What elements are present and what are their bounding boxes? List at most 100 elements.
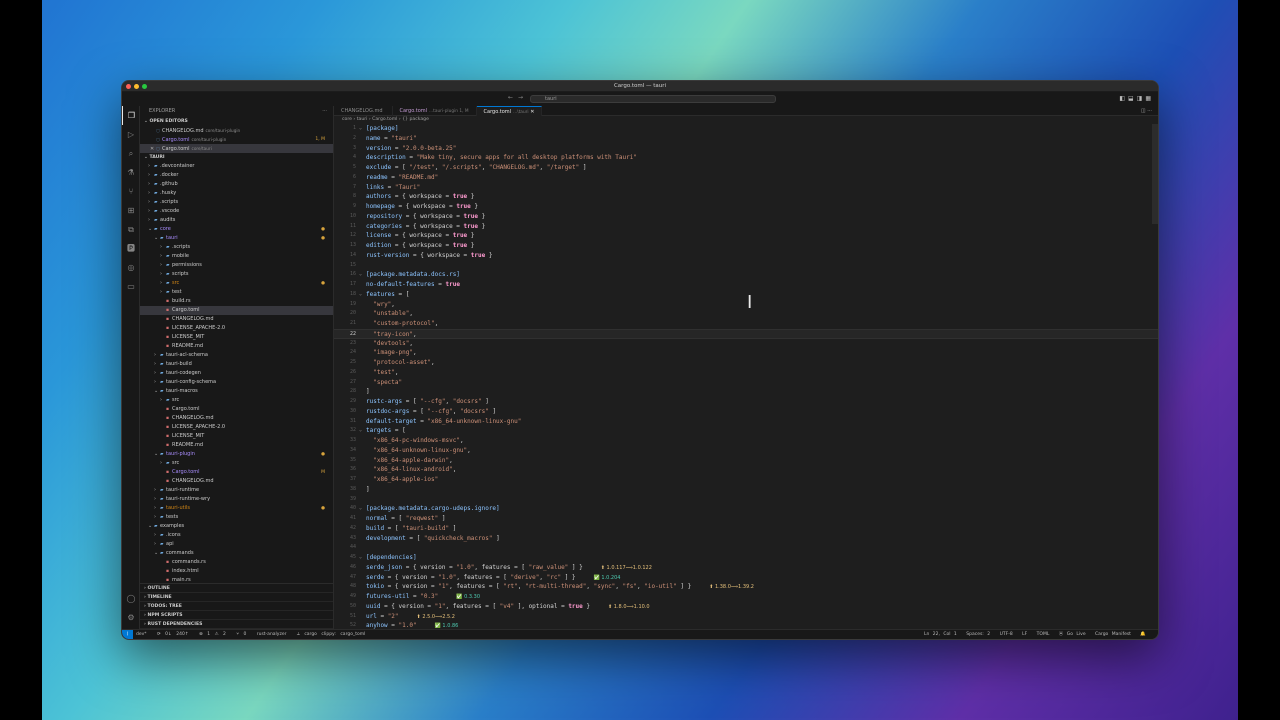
- code-line[interactable]: 44: [334, 543, 1158, 553]
- code-line[interactable]: 33 "x86_64-pc-windows-msvc",: [334, 436, 1158, 446]
- tree-item[interactable]: ▪ LICENSE_APACHE-2.0: [140, 324, 333, 333]
- code-line[interactable]: 26 "test",: [334, 368, 1158, 378]
- code-line[interactable]: 37 "x86_64-apple-ios": [334, 475, 1158, 485]
- code-line[interactable]: 1 ⌄ [package]: [334, 124, 1158, 134]
- open-editors-section[interactable]: OPEN EDITORS: [140, 117, 333, 126]
- tree-item[interactable]: › ▰ mobile: [140, 252, 333, 261]
- code-line[interactable]: 38]: [334, 485, 1158, 495]
- code-line[interactable]: 30 rustdoc-args = [ "--cfg", "docsrs" ]: [334, 407, 1158, 417]
- fold-chevron-icon[interactable]: ⌄: [359, 553, 362, 563]
- code-line[interactable]: 45 ⌄ [dependencies]: [334, 553, 1158, 563]
- tree-item[interactable]: ▪ Cargo.toml: [140, 405, 333, 414]
- code-line[interactable]: 35 "x86_64-apple-darwin",: [334, 456, 1158, 466]
- branch-status[interactable]: dev*: [136, 632, 147, 637]
- code-line[interactable]: 2 name = "tauri": [334, 134, 1158, 144]
- tree-item[interactable]: ▪ commands.rs: [140, 558, 333, 567]
- editor-tab[interactable]: CHANGELOG.md: [334, 106, 393, 116]
- fold-chevron-icon[interactable]: ⌄: [359, 426, 362, 436]
- tree-item[interactable]: ▪ Cargo.toml M: [140, 468, 333, 477]
- tree-item[interactable]: ▪ index.html: [140, 567, 333, 576]
- settings-gear-icon[interactable]: ⚙: [122, 608, 140, 627]
- layout-controls[interactable]: ◧⬓◨▦: [1119, 95, 1154, 102]
- indentation[interactable]: Spaces: 2: [966, 632, 990, 637]
- fold-chevron-icon[interactable]: ⌄: [359, 270, 362, 280]
- code-line[interactable]: 24 "image-png",: [334, 348, 1158, 358]
- code-line[interactable]: 10 repository = { workspace = true }: [334, 212, 1158, 222]
- sidebar-section-3[interactable]: NPM SCRIPTS: [140, 611, 333, 620]
- code-line[interactable]: 36 "x86_64-linux-android",: [334, 465, 1158, 475]
- search-icon[interactable]: ⌕: [122, 144, 140, 163]
- open-editor-item[interactable]: ◌ CHANGELOG.md core/tauri-plugin: [140, 126, 333, 135]
- code-line[interactable]: 13 edition = { workspace = true }: [334, 241, 1158, 251]
- tree-item[interactable]: › ▰ tauri-acl-schema: [140, 351, 333, 360]
- cargo-manifest-status[interactable]: Cargo Manifest: [1095, 632, 1131, 637]
- breadcrumb[interactable]: core › tauri › Cargo.toml › {} package: [334, 116, 1158, 124]
- code-line[interactable]: 32 ⌄ targets = [: [334, 426, 1158, 436]
- code-line[interactable]: 11 categories = { workspace = true }: [334, 222, 1158, 232]
- code-line[interactable]: 21 "custom-protocol",: [334, 319, 1158, 329]
- code-line[interactable]: 41 normal = [ "reqwest" ]: [334, 514, 1158, 524]
- tree-item[interactable]: › ▰ .icons: [140, 531, 333, 540]
- code-line[interactable]: 6 readme = "README.md": [334, 173, 1158, 183]
- tree-item[interactable]: › ▰ .vscode: [140, 207, 333, 216]
- code-line[interactable]: 22 "tray-icon",: [334, 328, 1158, 339]
- tree-item[interactable]: ▪ CHANGELOG.md: [140, 414, 333, 423]
- code-line[interactable]: 40 ⌄ [package.metadata.cargo-udeps.ignore]: [334, 504, 1158, 514]
- editor-tab[interactable]: Cargo.toml ...\tauri ✕: [476, 106, 543, 116]
- code-view[interactable]: 1 ⌄ [package] 2 name = "tauri" 3 version = "2.…: [334, 124, 1158, 629]
- remote-indicator-icon[interactable]: ⟩: [122, 630, 133, 639]
- testing-icon[interactable]: ⚗: [122, 163, 140, 182]
- tree-item[interactable]: › ▰ tests: [140, 513, 333, 522]
- tree-item[interactable]: › ▰ .scripts: [140, 243, 333, 252]
- tree-item[interactable]: › ▰ src ●: [140, 279, 333, 288]
- tree-item[interactable]: › ▰ scripts: [140, 270, 333, 279]
- task-status[interactable]: ⟂ cargo clippy: cargo_toml: [297, 632, 365, 637]
- tree-item[interactable]: ▪ README.md: [140, 441, 333, 450]
- code-line[interactable]: 51 url = "2" 2.5.0⟹2.5.2: [334, 612, 1158, 622]
- toggle-panel-icon[interactable]: ⬓: [1128, 95, 1137, 102]
- github-icon[interactable]: ◎: [122, 258, 140, 277]
- end-of-line[interactable]: LF: [1022, 632, 1027, 637]
- tree-item[interactable]: › ▰ .scripts: [140, 198, 333, 207]
- tree-item[interactable]: ⌄ ▰ tauri-plugin ●: [140, 450, 333, 459]
- more-actions-icon[interactable]: ···: [1147, 108, 1152, 114]
- code-line[interactable]: 5 exclude = [ "/test", "/.scripts", "CHAN…: [334, 163, 1158, 173]
- tree-item[interactable]: › ▰ api: [140, 540, 333, 549]
- tree-item[interactable]: › ▰ tauri-runtime: [140, 486, 333, 495]
- ports-status[interactable]: ⑂ 0: [236, 632, 246, 637]
- sidebar-section-4[interactable]: RUST DEPENDENCIES: [140, 620, 333, 629]
- tree-item[interactable]: › ▰ tauri-codegen: [140, 369, 333, 378]
- remote-explorer-icon[interactable]: ⧉: [122, 220, 140, 239]
- nav-arrows[interactable]: ←→: [508, 94, 528, 101]
- code-line[interactable]: 8 authors = { workspace = true }: [334, 192, 1158, 202]
- extensions-icon[interactable]: ⊞: [122, 201, 140, 220]
- editor-tab[interactable]: Cargo.toml ...tauri-plugin 1, M: [393, 106, 477, 116]
- cursor-position[interactable]: Ln 22, Col 1: [924, 632, 957, 637]
- code-line[interactable]: 9 homepage = { workspace = true }: [334, 202, 1158, 212]
- toggle-sidebar-icon[interactable]: ◧: [1119, 95, 1128, 102]
- code-line[interactable]: 28]: [334, 387, 1158, 397]
- tree-item[interactable]: ⌄ ▰ tauri-macros: [140, 387, 333, 396]
- rust-analyzer-status[interactable]: rust-analyzer: [257, 632, 287, 637]
- code-line[interactable]: 3 version = "2.0.0-beta.25": [334, 144, 1158, 154]
- sidebar-section-0[interactable]: OUTLINE: [140, 584, 333, 593]
- code-line[interactable]: 16 ⌄ [package.metadata.docs.rs]: [334, 270, 1158, 280]
- open-editor-item[interactable]: ✕ ◌ Cargo.toml core/tauri: [140, 144, 333, 153]
- tree-item[interactable]: ▪ LICENSE_MIT: [140, 333, 333, 342]
- customize-layout-icon[interactable]: ▦: [1145, 95, 1154, 102]
- tree-item[interactable]: ▪ Cargo.toml: [140, 306, 333, 315]
- editor-actions[interactable]: ◫ ···: [1141, 108, 1152, 114]
- code-line[interactable]: 49 futures-util = "0.3" 0.3.30: [334, 592, 1158, 602]
- tree-item[interactable]: › ▰ .husky: [140, 189, 333, 198]
- tree-item[interactable]: › ▰ .devcontainer: [140, 162, 333, 171]
- code-line[interactable]: 39: [334, 495, 1158, 505]
- tree-item[interactable]: › ▰ tauri-utils ●: [140, 504, 333, 513]
- tree-item[interactable]: › ▰ test: [140, 288, 333, 297]
- tree-item[interactable]: ▪ LICENSE_MIT: [140, 432, 333, 441]
- more-actions-icon[interactable]: ···: [322, 106, 327, 117]
- tree-item[interactable]: ⌄ ▰ tauri ●: [140, 234, 333, 243]
- code-line[interactable]: 19 "wry",: [334, 300, 1158, 310]
- problems-status[interactable]: ⊗ 1 ⚠ 2: [199, 632, 226, 637]
- tree-item[interactable]: › ▰ src: [140, 459, 333, 468]
- forward-arrow-icon[interactable]: →: [518, 94, 528, 101]
